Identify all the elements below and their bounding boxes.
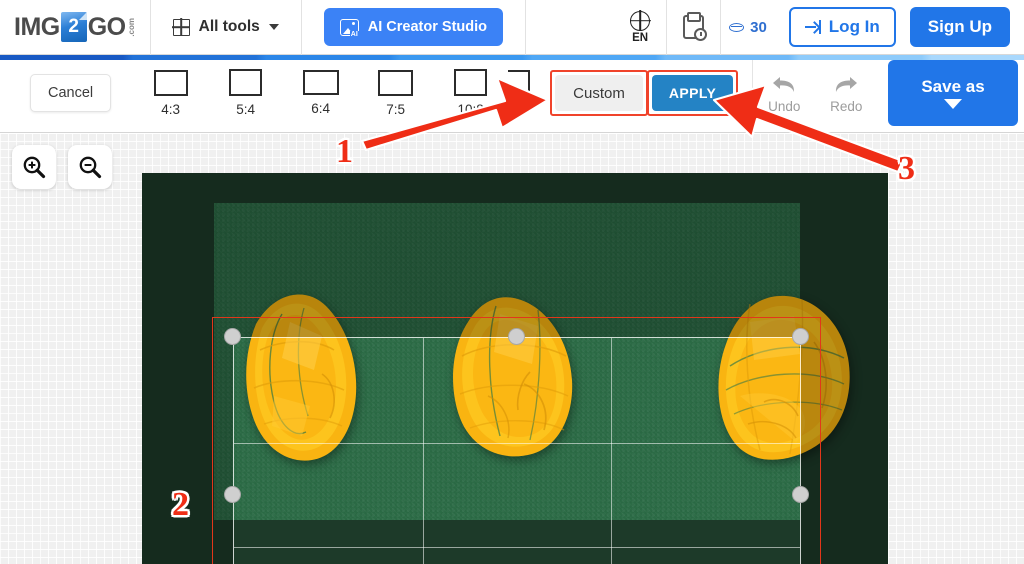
annotation-number-2: 2 [172,486,189,523]
annotation-arrows-overlay [360,76,905,174]
annotation-arrow-1 [360,76,550,152]
annotation-number-1: 1 [336,133,353,170]
image-editor-page: IMG 2 GO .com All tools AI AI Creator St… [0,0,1024,564]
annotation-number-3: 3 [898,150,915,187]
annotation-arrow-3 [712,83,905,174]
